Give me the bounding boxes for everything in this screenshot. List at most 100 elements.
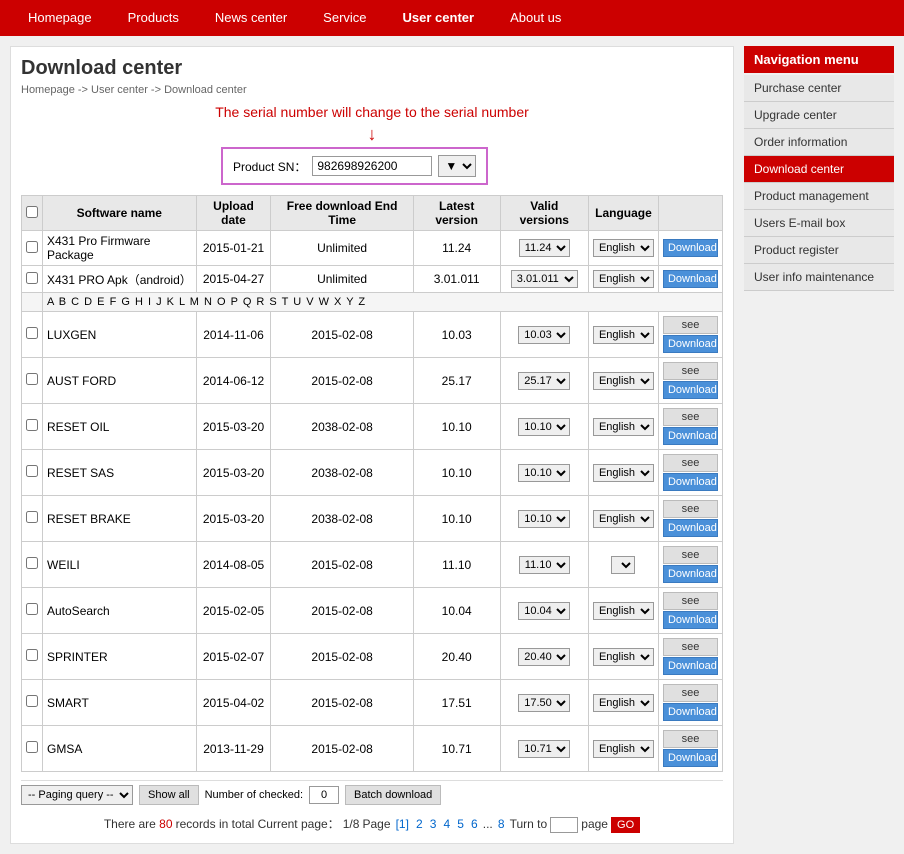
lang-select[interactable]: English: [593, 510, 654, 528]
language: English: [588, 231, 658, 266]
see-button[interactable]: see: [663, 638, 718, 656]
download-button[interactable]: Download: [663, 335, 718, 353]
page-link-5[interactable]: 5: [457, 817, 464, 831]
download-button[interactable]: Download: [663, 703, 718, 721]
version-select[interactable]: 10.71: [518, 740, 570, 758]
lang-select[interactable]: English: [593, 326, 654, 344]
paging-select[interactable]: -- Paging query --: [21, 785, 133, 805]
lang-select[interactable]: English: [593, 648, 654, 666]
lang-select[interactable]: [611, 556, 635, 574]
see-button[interactable]: see: [663, 592, 718, 610]
select-all-checkbox[interactable]: [26, 206, 38, 218]
version-select[interactable]: 3.01.011: [511, 270, 578, 288]
row-checkbox[interactable]: [26, 465, 38, 477]
row-checkbox[interactable]: [26, 327, 38, 339]
sidebar-item-product-mgmt[interactable]: Product management: [744, 183, 894, 210]
sidebar-item-user-info[interactable]: User info maintenance: [744, 264, 894, 291]
nav-about-us[interactable]: About us: [492, 0, 579, 36]
version-select[interactable]: 10.10: [518, 510, 570, 528]
download-button[interactable]: Download: [663, 473, 718, 491]
page-link-8[interactable]: 8: [498, 817, 505, 831]
batch-download-button[interactable]: Batch download: [345, 785, 441, 805]
download-button[interactable]: Download: [663, 749, 718, 767]
checked-count-input[interactable]: [309, 786, 339, 804]
download-button[interactable]: Download: [663, 270, 718, 288]
nav-service[interactable]: Service: [305, 0, 384, 36]
row-checkbox[interactable]: [26, 241, 38, 253]
row-checkbox[interactable]: [26, 741, 38, 753]
nav-homepage[interactable]: Homepage: [10, 0, 110, 36]
sidebar-item-purchase[interactable]: Purchase center: [744, 75, 894, 102]
table-row: WEILI 2014-08-05 2015-02-08 11.10 11.10 …: [22, 542, 723, 588]
download-button[interactable]: Download: [663, 565, 718, 583]
sidebar-item-download[interactable]: Download center: [744, 156, 894, 183]
row-checkbox[interactable]: [26, 557, 38, 569]
nav-news-center[interactable]: News center: [197, 0, 305, 36]
sidebar-item-order[interactable]: Order information: [744, 129, 894, 156]
see-button[interactable]: see: [663, 684, 718, 702]
see-button[interactable]: see: [663, 408, 718, 426]
lang-select[interactable]: English: [593, 239, 654, 257]
action-buttons: see Download: [658, 496, 722, 542]
version-select[interactable]: 17.50: [518, 694, 570, 712]
version-select[interactable]: 10.10: [518, 418, 570, 436]
see-button[interactable]: see: [663, 316, 718, 334]
version-select[interactable]: 20.40: [518, 648, 570, 666]
valid-versions: 10.71: [500, 726, 588, 772]
download-button[interactable]: Download: [663, 611, 718, 629]
row-checkbox[interactable]: [26, 272, 38, 284]
row-checkbox[interactable]: [26, 695, 38, 707]
table-row: RESET SAS 2015-03-20 2038-02-08 10.10 10…: [22, 450, 723, 496]
see-button[interactable]: see: [663, 362, 718, 380]
version-select[interactable]: 11.24: [519, 239, 570, 257]
lang-select[interactable]: English: [593, 694, 654, 712]
lang-select[interactable]: English: [593, 464, 654, 482]
version-select[interactable]: 10.03: [518, 326, 570, 344]
nav-products[interactable]: Products: [110, 0, 197, 36]
download-button[interactable]: Download: [663, 381, 718, 399]
product-sn-dropdown[interactable]: ▼: [438, 155, 476, 177]
page-link-1[interactable]: [1]: [396, 817, 409, 831]
see-button[interactable]: see: [663, 500, 718, 518]
lang-select[interactable]: English: [593, 270, 654, 288]
see-button[interactable]: see: [663, 454, 718, 472]
lang-select[interactable]: English: [593, 418, 654, 436]
sidebar-item-email[interactable]: Users E-mail box: [744, 210, 894, 237]
row-checkbox[interactable]: [26, 511, 38, 523]
row-checkbox[interactable]: [26, 603, 38, 615]
download-button[interactable]: Download: [663, 427, 718, 445]
sidebar-item-product-reg[interactable]: Product register: [744, 237, 894, 264]
row-checkbox[interactable]: [26, 373, 38, 385]
product-sn-label: Product SN：: [233, 158, 306, 175]
see-button[interactable]: see: [663, 730, 718, 748]
show-all-button[interactable]: Show all: [139, 785, 199, 805]
upload-date: 2015-01-21: [196, 231, 271, 266]
col-free-download-end: Free download End Time: [271, 196, 413, 231]
turn-to-input[interactable]: [550, 817, 578, 833]
end-time: 2038-02-08: [271, 496, 413, 542]
row-checkbox[interactable]: [26, 419, 38, 431]
version-select[interactable]: 11.10: [519, 556, 570, 574]
product-sn-input[interactable]: [312, 156, 432, 176]
row-checkbox[interactable]: [26, 649, 38, 661]
version-select[interactable]: 25.17: [518, 372, 570, 390]
lang-select[interactable]: English: [593, 372, 654, 390]
version-select[interactable]: 10.04: [518, 602, 570, 620]
page-link-2[interactable]: 2: [416, 817, 423, 831]
download-button[interactable]: Download: [663, 519, 718, 537]
lang-select[interactable]: English: [593, 740, 654, 758]
software-name: GMSA: [43, 726, 197, 772]
page-link-4[interactable]: 4: [444, 817, 451, 831]
see-button[interactable]: see: [663, 546, 718, 564]
sidebar-item-upgrade[interactable]: Upgrade center: [744, 102, 894, 129]
version-select[interactable]: 10.10: [518, 464, 570, 482]
nav-user-center[interactable]: User center: [385, 0, 493, 36]
go-button[interactable]: GO: [611, 817, 640, 833]
software-name: RESET OIL: [43, 404, 197, 450]
download-button[interactable]: Download: [663, 657, 718, 675]
page-link-3[interactable]: 3: [430, 817, 437, 831]
download-button[interactable]: Download: [663, 239, 718, 257]
language: English: [588, 450, 658, 496]
page-link-6[interactable]: 6: [471, 817, 478, 831]
lang-select[interactable]: English: [593, 602, 654, 620]
